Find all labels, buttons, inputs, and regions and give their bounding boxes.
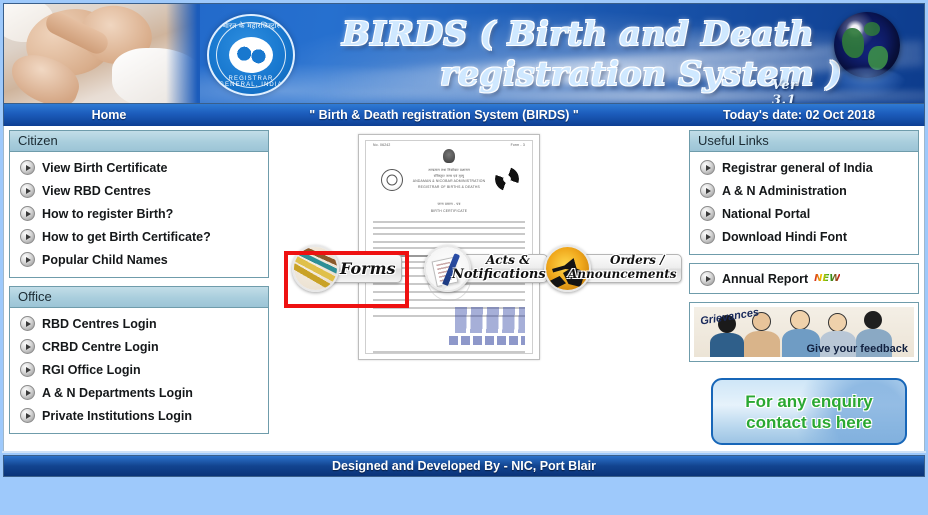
arrow-bullet-icon (20, 160, 35, 175)
site-banner: भारत के महारजिस्ट्रार REGISTRAR GENERAL,… (3, 3, 925, 104)
seal-bottom-text: REGISTRAR GENERAL, INDIA (219, 76, 283, 88)
arrow-bullet-icon (20, 408, 35, 423)
enquiry-line1: For any enquiry (745, 391, 873, 411)
forms-icon (292, 245, 339, 292)
center-content: No. 06242 Form - 3 अण्डमान तथा निकोबार प… (272, 128, 682, 448)
acts-notifications-label-line1: Acts & (486, 253, 530, 267)
sidebar-item-label: How to get Birth Certificate? (42, 229, 211, 244)
sidebar-item-national-portal[interactable]: National Portal (690, 202, 918, 225)
sidebar-item-label: View RBD Centres (42, 183, 151, 198)
annual-report-label: Annual Report (722, 271, 809, 286)
sidebar-item-label: CRBD Centre Login (42, 339, 159, 354)
registrar-general-india-seal-icon: भारत के महारजिस्ट्रार REGISTRAR GENERAL,… (207, 14, 295, 96)
birds-homepage: भारत के महारजिस्ट्रार REGISTRAR GENERAL,… (0, 0, 928, 515)
arrow-bullet-icon (700, 160, 715, 175)
left-sidebar: Citizen View Birth Certificate View RBD … (9, 130, 269, 434)
arrow-bullet-icon (700, 206, 715, 221)
enquiry-line2: contact us here (746, 412, 872, 432)
sidebar-item-label: RGI Office Login (42, 362, 141, 377)
grievances-banner[interactable]: Grievances Give your feedback (689, 302, 919, 362)
acts-notifications-label-line2: Notifications (452, 267, 546, 282)
forms-button-label: Forms (340, 259, 396, 278)
footer-text: Designed and Developed By - NIC, Port Bl… (332, 459, 596, 473)
banner-version: Ver 3.1 (772, 78, 798, 104)
sidebar-item-rgi-office-login[interactable]: RGI Office Login (10, 358, 268, 381)
arrow-bullet-icon (700, 183, 715, 198)
sidebar-item-crbd-centre-login[interactable]: CRBD Centre Login (10, 335, 268, 358)
panel-office: Office RBD Centres Login CRBD Centre Log… (9, 286, 269, 434)
orders-announcements-label-line1: Orders / (610, 253, 665, 267)
arrow-bullet-icon (20, 316, 35, 331)
sidebar-item-label: RBD Centres Login (42, 316, 157, 331)
panel-office-heading: Office (10, 287, 268, 308)
sidebar-item-label: National Portal (722, 206, 811, 221)
orders-announcements-label-line2: Announcements (568, 267, 677, 281)
nav-today-date: Today's date: 02 Oct 2018 (722, 108, 876, 122)
baby-photo (4, 4, 200, 103)
contact-enquiry-button[interactable]: For any enquiry contact us here (711, 378, 907, 445)
seal-top-text: भारत के महारजिस्ट्रार (222, 22, 280, 30)
sidebar-item-label: Download Hindi Font (722, 229, 847, 244)
sidebar-item-label: Registrar general of India (722, 160, 873, 175)
arrow-bullet-icon (20, 362, 35, 377)
sidebar-item-how-to-register-birth[interactable]: How to register Birth? (10, 202, 268, 225)
sidebar-item-label: How to register Birth? (42, 206, 174, 221)
sidebar-item-view-rbd-centres[interactable]: View RBD Centres (10, 179, 268, 202)
panel-useful-links-heading: Useful Links (690, 131, 918, 152)
arrow-bullet-icon (20, 339, 35, 354)
new-badge: NEW (814, 273, 841, 284)
top-navigation-bar: Home " Birth & Death registration System… (3, 104, 925, 126)
arrow-bullet-icon (20, 229, 35, 244)
page-footer: Designed and Developed By - NIC, Port Bl… (3, 455, 925, 477)
arrow-bullet-icon (20, 206, 35, 221)
panel-annual-report: Annual Report NEW (689, 263, 919, 294)
panel-useful-links: Useful Links Registrar general of India … (689, 130, 919, 255)
sidebar-item-an-administration[interactable]: A & N Administration (690, 179, 918, 202)
sidebar-item-label: Private Institutions Login (42, 408, 193, 423)
globe-icon (822, 8, 914, 102)
sidebar-item-annual-report[interactable]: Annual Report NEW (690, 267, 918, 290)
arrow-bullet-icon (20, 252, 35, 267)
sidebar-item-popular-child-names[interactable]: Popular Child Names (10, 248, 268, 271)
sidebar-item-private-institutions-login[interactable]: Private Institutions Login (10, 404, 268, 427)
sidebar-item-rbd-centres-login[interactable]: RBD Centres Login (10, 312, 268, 335)
sidebar-item-download-hindi-font[interactable]: Download Hindi Font (690, 225, 918, 248)
sidebar-item-view-birth-certificate[interactable]: View Birth Certificate (10, 156, 268, 179)
panel-citizen: Citizen View Birth Certificate View RBD … (9, 130, 269, 278)
main-content-area: Citizen View Birth Certificate View RBD … (3, 126, 925, 451)
sidebar-item-registrar-general-of-india[interactable]: Registrar general of India (690, 156, 918, 179)
arrow-bullet-icon (700, 271, 715, 286)
right-sidebar: Useful Links Registrar general of India … (689, 130, 919, 445)
sidebar-item-label: View Birth Certificate (42, 160, 168, 175)
banner-title-line1: BIRDS ( Birth and Death (342, 14, 815, 53)
nav-home-link[interactable]: Home (4, 108, 214, 122)
arrow-bullet-icon (700, 229, 715, 244)
arrow-bullet-icon (20, 385, 35, 400)
arrow-bullet-icon (20, 183, 35, 198)
grievances-subtitle: Give your feedback (806, 343, 909, 355)
grievances-image: Grievances Give your feedback (694, 307, 914, 357)
sidebar-item-how-to-get-birth-certificate[interactable]: How to get Birth Certificate? (10, 225, 268, 248)
sidebar-item-label: A & N Departments Login (42, 385, 193, 400)
footer-divider (2, 451, 926, 453)
panel-citizen-heading: Citizen (10, 131, 268, 152)
sidebar-item-label: Popular Child Names (42, 252, 168, 267)
banner-title: BIRDS ( Birth and Death registration Sys… (322, 8, 842, 104)
sidebar-item-an-departments-login[interactable]: A & N Departments Login (10, 381, 268, 404)
nav-site-title: " Birth & Death registration System (BIR… (309, 108, 579, 122)
sidebar-item-label: A & N Administration (722, 183, 847, 198)
